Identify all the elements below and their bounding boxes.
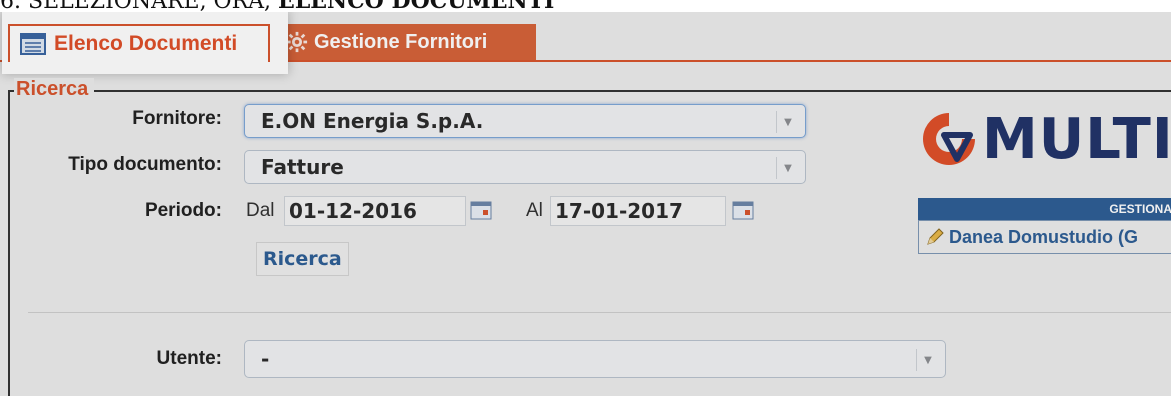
list-icon: [20, 33, 46, 55]
dal-label: Dal: [246, 200, 275, 221]
instruction-text: SELEZIONARE, ORA,: [28, 0, 278, 12]
periodo-label: Periodo:: [144, 200, 222, 221]
fornitore-value: E.ON Energia S.p.A.: [261, 109, 484, 133]
ricerca-button[interactable]: Ricerca: [256, 242, 349, 276]
al-date-input[interactable]: 17-01-2017: [550, 196, 726, 226]
chevron-down-icon: ▼: [776, 111, 799, 133]
chevron-down-icon: ▼: [776, 157, 799, 179]
dal-date-input[interactable]: 01-12-2016: [284, 196, 466, 226]
instruction-heading: 6. SELEZIONARE, ORA, ELENCO DOCUMENTI: [0, 0, 1171, 12]
gear-icon: [286, 31, 308, 53]
app-screenshot: Gestione Fornitori Elenco Documenti Rice…: [0, 12, 1171, 396]
calendar-icon[interactable]: [470, 200, 492, 220]
fornitore-label: Fornitore:: [132, 108, 222, 129]
al-label: Al: [526, 200, 543, 221]
tipo-documento-value: Fatture: [261, 155, 344, 179]
pencil-icon: [927, 228, 944, 245]
tab-bar: Gestione Fornitori Elenco Documenti: [0, 12, 1171, 74]
tab-elenco-label: Elenco Documenti: [54, 32, 238, 55]
utente-select[interactable]: - ▼: [244, 340, 946, 378]
multi-logo: MULTI: [918, 104, 1171, 174]
utente-value: -: [261, 347, 270, 371]
logo-mark-icon: [923, 113, 975, 165]
tab-elenco-documenti[interactable]: Elenco Documenti: [8, 24, 270, 62]
ricerca-legend: Ricerca: [14, 78, 95, 101]
tab-gestione-label: Gestione Fornitori: [314, 30, 488, 53]
divider: [28, 312, 1171, 313]
gestionale-item-label: Danea Domustudio (G: [949, 226, 1139, 247]
calendar-icon[interactable]: [732, 200, 754, 220]
gestionale-item[interactable]: Danea Domustudio (G: [918, 220, 1171, 254]
instruction-number: 6.: [0, 0, 21, 12]
tab-gestione-fornitori[interactable]: Gestione Fornitori: [278, 24, 536, 60]
fornitore-select[interactable]: E.ON Energia S.p.A. ▼: [244, 104, 806, 138]
gestionale-header: GESTIONA: [918, 198, 1171, 220]
chevron-down-icon: ▼: [916, 349, 939, 371]
logo-text: MULTI: [982, 106, 1171, 172]
tipo-documento-label: Tipo documento:: [68, 154, 222, 175]
utente-label: Utente:: [156, 348, 222, 369]
instruction-bold: ELENCO DOCUMENTI: [278, 0, 554, 12]
tipo-documento-select[interactable]: Fatture ▼: [244, 150, 806, 184]
